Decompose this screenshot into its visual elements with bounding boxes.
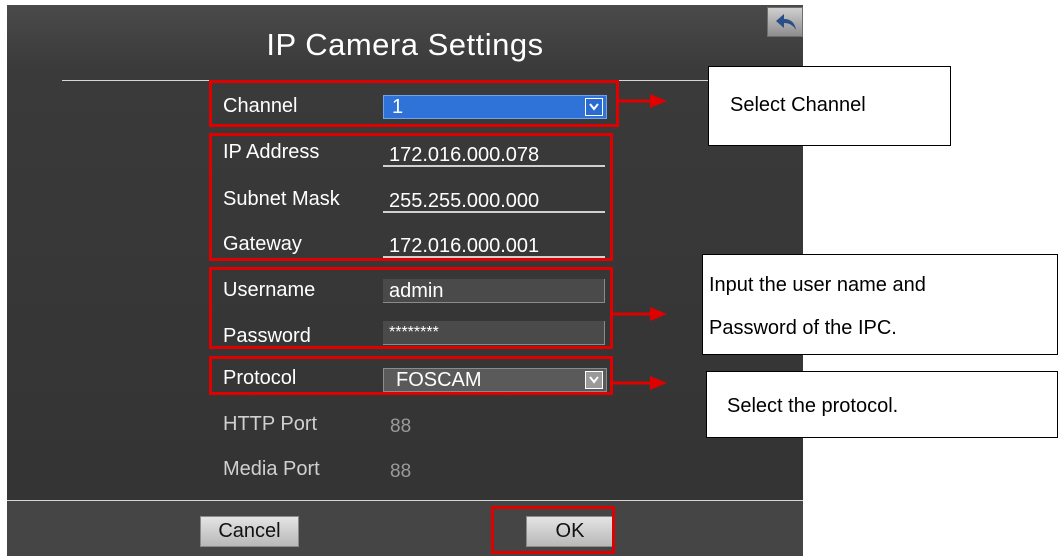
protocol-callout-text: Select the protocol. (727, 395, 899, 417)
http-port-value: 88 (390, 416, 412, 437)
channel-callout-text: Select Channel (730, 94, 866, 116)
credentials-callout: Input the user name and Password of the … (702, 254, 1058, 355)
ok-highlight-box (491, 506, 615, 554)
credentials-callout-line2: Password of the IPC. (709, 317, 897, 339)
arrow-right-icon (613, 376, 667, 390)
protocol-callout: Select the protocol. (706, 371, 1058, 438)
arrow-right-icon (616, 94, 667, 108)
channel-callout: Select Channel (708, 66, 951, 146)
footer-bar (7, 501, 803, 556)
channel-highlight-box (209, 80, 619, 127)
media-port-value: 88 (390, 461, 412, 482)
http-port-label: HTTP Port (223, 413, 318, 435)
media-port-label: Media Port (223, 458, 320, 480)
credentials-callout-line1: Input the user name and (709, 274, 926, 296)
arrow-right-icon (613, 307, 667, 321)
protocol-highlight-box (209, 356, 613, 395)
back-arrow-icon (776, 14, 796, 30)
page-title: IP Camera Settings (266, 27, 544, 62)
back-button[interactable] (767, 7, 803, 37)
cancel-button[interactable]: Cancel (200, 516, 299, 547)
network-highlight-box (209, 133, 613, 261)
credentials-highlight-box (209, 267, 613, 349)
